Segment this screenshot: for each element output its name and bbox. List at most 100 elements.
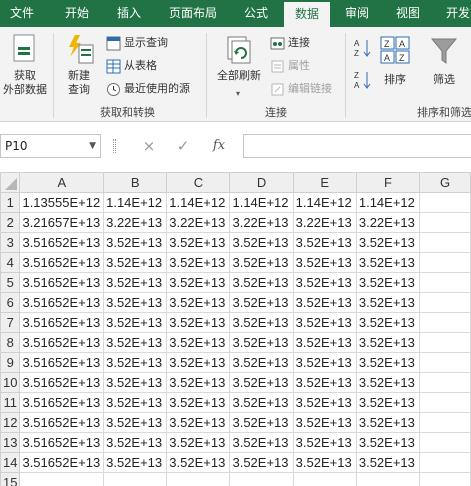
- sort-ascending-button[interactable]: A Z: [352, 37, 374, 59]
- row-header[interactable]: 3: [0, 232, 21, 253]
- cell[interactable]: 3.52E+13: [229, 352, 294, 373]
- cell[interactable]: 3.51652E+13: [19, 272, 105, 293]
- tab-insert[interactable]: 插入: [107, 0, 151, 27]
- tab-file[interactable]: 文件: [0, 0, 44, 27]
- cell[interactable]: 1.13555E+12: [19, 192, 105, 213]
- new-query-button[interactable]: 新建 查询: [60, 31, 98, 101]
- cell[interactable]: 3.52E+13: [166, 312, 231, 333]
- cell[interactable]: 3.52E+13: [355, 232, 421, 253]
- cell[interactable]: [103, 472, 168, 486]
- cell[interactable]: 3.51652E+13: [19, 332, 105, 353]
- cell[interactable]: 3.51652E+13: [19, 292, 105, 313]
- cell[interactable]: 3.52E+13: [355, 292, 421, 313]
- cell[interactable]: 3.52E+13: [292, 452, 357, 473]
- cell[interactable]: 3.51652E+13: [19, 232, 105, 253]
- formula-input[interactable]: [243, 134, 471, 158]
- cell[interactable]: 3.52E+13: [355, 332, 421, 353]
- cell[interactable]: [419, 412, 471, 433]
- cell[interactable]: 3.52E+13: [103, 332, 168, 353]
- cell[interactable]: 3.52E+13: [166, 332, 231, 353]
- cell[interactable]: 3.52E+13: [292, 292, 357, 313]
- cell[interactable]: 3.52E+13: [103, 352, 168, 373]
- cell[interactable]: 1.14E+12: [292, 192, 357, 213]
- cell[interactable]: [419, 272, 471, 293]
- cell[interactable]: 1.14E+12: [229, 192, 294, 213]
- cell[interactable]: 3.52E+13: [292, 412, 357, 433]
- formula-bar-grip[interactable]: [113, 139, 116, 153]
- cell[interactable]: 3.22E+13: [292, 212, 357, 233]
- cell[interactable]: [419, 432, 471, 453]
- tab-developer[interactable]: 开发: [438, 0, 471, 27]
- cell[interactable]: 3.52E+13: [103, 452, 168, 473]
- cell[interactable]: [419, 212, 471, 233]
- cell[interactable]: 3.52E+13: [166, 232, 231, 253]
- cell[interactable]: 3.51652E+13: [19, 352, 105, 373]
- cell[interactable]: 3.52E+13: [229, 292, 294, 313]
- cell[interactable]: 3.52E+13: [166, 352, 231, 373]
- row-header[interactable]: 12: [0, 412, 21, 433]
- cell[interactable]: 3.52E+13: [166, 392, 231, 413]
- cell[interactable]: [419, 472, 471, 486]
- cell[interactable]: 3.52E+13: [103, 252, 168, 273]
- row-header[interactable]: 7: [0, 312, 21, 333]
- cell[interactable]: [419, 332, 471, 353]
- cell[interactable]: 3.52E+13: [229, 392, 294, 413]
- cell[interactable]: [419, 192, 471, 213]
- tab-home[interactable]: 开始: [55, 0, 99, 27]
- row-header[interactable]: 13: [0, 432, 21, 453]
- refresh-all-button[interactable]: 全部刷新 ▾: [212, 31, 266, 101]
- cell[interactable]: [419, 252, 471, 273]
- enter-icon[interactable]: ✓: [170, 134, 196, 158]
- recent-sources-button[interactable]: 最近使用的源: [104, 81, 190, 99]
- cell[interactable]: 3.52E+13: [103, 232, 168, 253]
- cell[interactable]: 3.52E+13: [229, 312, 294, 333]
- cell[interactable]: 3.52E+13: [355, 372, 421, 393]
- cell[interactable]: 3.52E+13: [103, 292, 168, 313]
- cell[interactable]: 3.52E+13: [229, 332, 294, 353]
- cell[interactable]: 3.52E+13: [103, 392, 168, 413]
- cell[interactable]: [419, 352, 471, 373]
- cell[interactable]: 1.14E+12: [355, 192, 421, 213]
- cell[interactable]: 3.52E+13: [166, 372, 231, 393]
- cell[interactable]: 1.14E+12: [103, 192, 168, 213]
- cell[interactable]: 3.51652E+13: [19, 432, 105, 453]
- tab-formulas[interactable]: 公式: [234, 0, 278, 27]
- cell[interactable]: [355, 472, 421, 486]
- row-header[interactable]: 8: [0, 332, 21, 353]
- cell[interactable]: [292, 472, 357, 486]
- column-header-g[interactable]: G: [419, 172, 471, 193]
- cell[interactable]: 3.52E+13: [229, 432, 294, 453]
- cell[interactable]: [229, 472, 294, 486]
- cell[interactable]: 3.52E+13: [355, 252, 421, 273]
- row-header[interactable]: 1: [0, 192, 21, 213]
- cell[interactable]: 3.52E+13: [229, 412, 294, 433]
- row-header[interactable]: 4: [0, 252, 21, 273]
- cell[interactable]: 3.52E+13: [355, 352, 421, 373]
- cell[interactable]: [19, 472, 105, 486]
- cell[interactable]: 3.51652E+13: [19, 452, 105, 473]
- cell[interactable]: 3.52E+13: [292, 312, 357, 333]
- cell[interactable]: 3.52E+13: [229, 372, 294, 393]
- cell[interactable]: 3.52E+13: [229, 252, 294, 273]
- tab-view[interactable]: 视图: [386, 0, 430, 27]
- cell[interactable]: 3.52E+13: [292, 232, 357, 253]
- cell[interactable]: 3.51652E+13: [19, 372, 105, 393]
- row-header[interactable]: 14: [0, 452, 21, 473]
- edit-links-button[interactable]: 编辑链接: [268, 81, 332, 99]
- select-all-corner[interactable]: [0, 172, 21, 193]
- cell[interactable]: 3.52E+13: [292, 432, 357, 453]
- tab-review[interactable]: 审阅: [335, 0, 379, 27]
- column-header-b[interactable]: B: [103, 172, 168, 193]
- cell[interactable]: 3.52E+13: [292, 372, 357, 393]
- cell[interactable]: 3.52E+13: [103, 412, 168, 433]
- row-header[interactable]: 15: [0, 472, 21, 486]
- cell[interactable]: 3.52E+13: [229, 232, 294, 253]
- tab-page-layout[interactable]: 页面布局: [160, 0, 226, 27]
- cell[interactable]: 3.52E+13: [166, 412, 231, 433]
- cell[interactable]: [419, 292, 471, 313]
- row-header[interactable]: 9: [0, 352, 21, 373]
- filter-button[interactable]: 筛选: [424, 31, 464, 101]
- cell[interactable]: 3.52E+13: [166, 432, 231, 453]
- cell[interactable]: 3.52E+13: [292, 252, 357, 273]
- sort-descending-button[interactable]: Z A: [352, 69, 374, 91]
